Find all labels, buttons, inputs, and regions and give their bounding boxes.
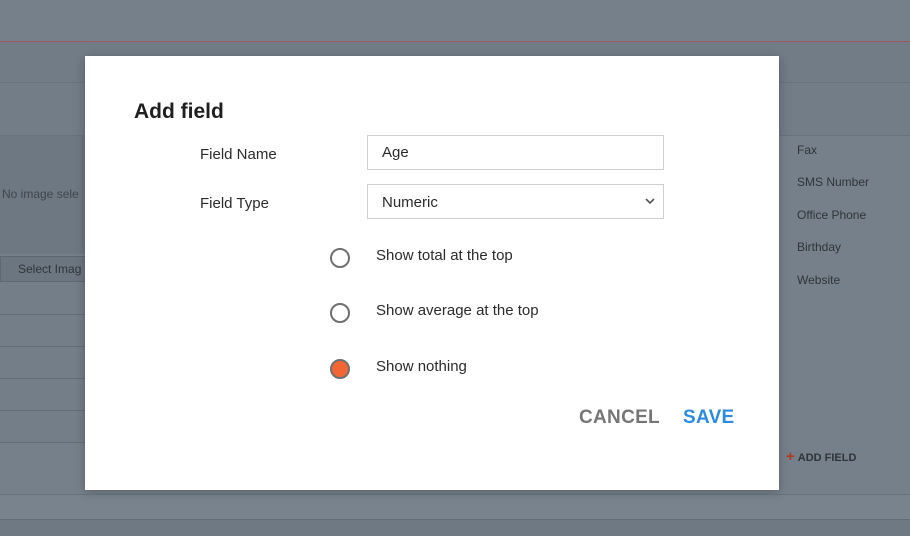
list-row bbox=[0, 347, 90, 379]
dialog-title: Add field bbox=[134, 100, 224, 123]
radio-label: Show nothing bbox=[376, 358, 467, 375]
field-list-item[interactable]: SMS Number bbox=[797, 173, 869, 205]
list-row bbox=[0, 379, 90, 411]
add-field-button[interactable]: + ADD FIELD bbox=[786, 448, 856, 465]
field-list-item[interactable]: Birthday bbox=[797, 238, 869, 270]
list-row bbox=[0, 315, 90, 347]
select-image-label: Select Imag bbox=[18, 262, 82, 276]
chevron-down-icon bbox=[645, 198, 655, 205]
field-list-item[interactable]: Office Phone bbox=[797, 206, 869, 238]
radio-button[interactable] bbox=[330, 303, 350, 323]
radio-label: Show total at the top bbox=[376, 247, 513, 264]
field-type-value: Numeric bbox=[382, 194, 438, 211]
top-bar bbox=[0, 0, 910, 42]
field-type-select[interactable]: Numeric bbox=[367, 184, 664, 219]
radio-button-selected[interactable] bbox=[330, 359, 350, 379]
field-name-label: Field Name bbox=[200, 146, 277, 163]
cancel-button[interactable]: CANCEL bbox=[579, 407, 660, 429]
add-field-label: ADD FIELD bbox=[797, 452, 857, 464]
footer-strip bbox=[0, 519, 910, 536]
radio-button[interactable] bbox=[330, 248, 350, 268]
save-button[interactable]: SAVE bbox=[683, 407, 735, 429]
footer-band bbox=[0, 494, 910, 519]
field-type-label: Field Type bbox=[200, 195, 269, 212]
list-row bbox=[0, 411, 90, 443]
field-name-input[interactable] bbox=[367, 135, 664, 170]
no-image-text: No image sele bbox=[2, 187, 79, 201]
list-row bbox=[0, 283, 90, 315]
add-field-dialog: Add field Field Name Field Type Numeric … bbox=[85, 56, 779, 490]
select-image-button[interactable]: Select Imag bbox=[0, 256, 90, 282]
field-list: Fax SMS Number Office Phone Birthday Web… bbox=[797, 141, 869, 303]
radio-label: Show average at the top bbox=[376, 302, 539, 319]
field-list-item[interactable]: Fax bbox=[797, 141, 869, 173]
plus-icon: + bbox=[786, 448, 795, 465]
field-list-item[interactable]: Website bbox=[797, 271, 869, 303]
